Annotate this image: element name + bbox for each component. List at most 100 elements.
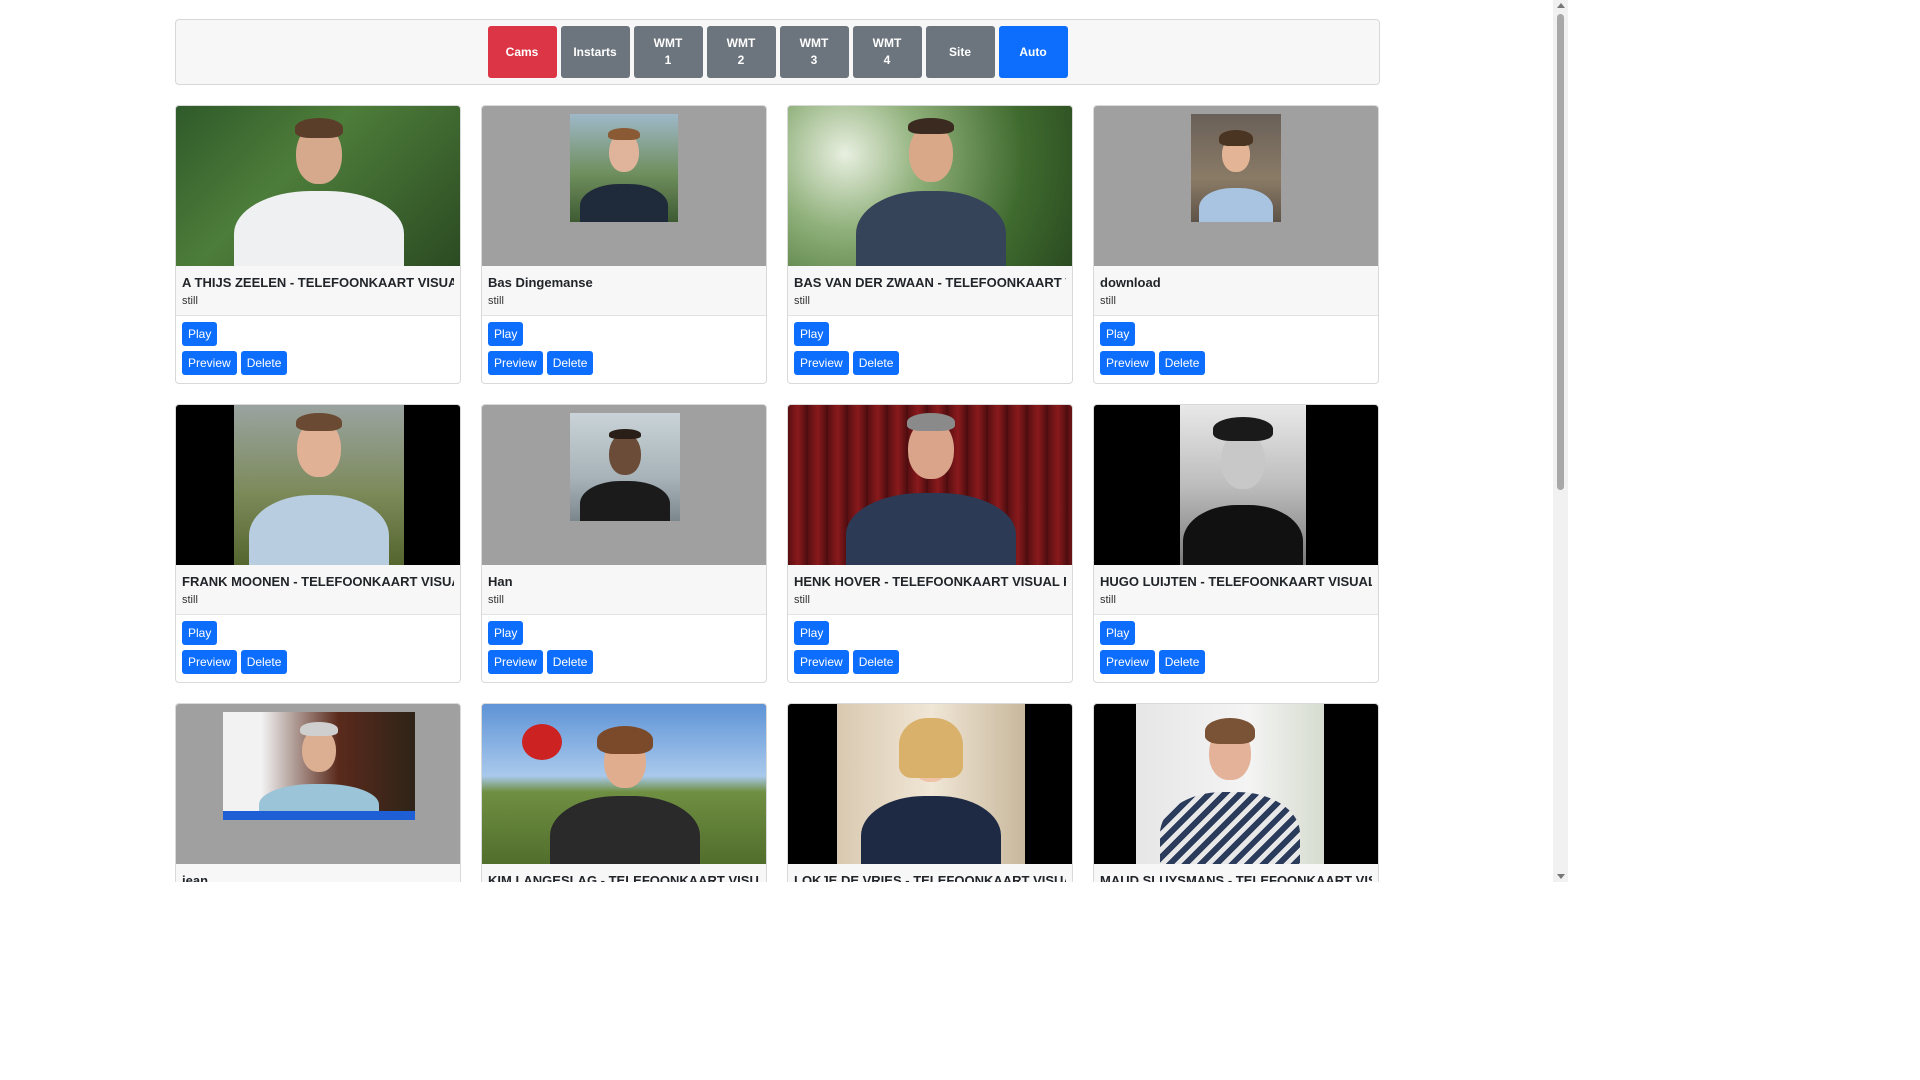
vertical-scrollbar[interactable] — [1553, 0, 1568, 882]
preview-button[interactable]: Preview — [1100, 351, 1155, 375]
media-card: A THIJS ZEELEN - TELEFOONKAART VISUAL R … — [175, 105, 461, 384]
media-thumbnail[interactable] — [176, 106, 460, 266]
auto-button[interactable]: Auto — [998, 26, 1068, 78]
preview-button[interactable]: Preview — [488, 650, 543, 674]
delete-button[interactable]: Delete — [546, 650, 594, 674]
media-card: HENK HOVER - TELEFOONKAART VISUAL RAD st… — [787, 404, 1073, 683]
media-thumbnail[interactable] — [482, 405, 766, 565]
source-toolbar: Cams Instarts WMT 1 WMT 2 WMT 3 WMT 4 Si… — [175, 19, 1380, 85]
card-type: still — [488, 594, 504, 606]
media-card: Bas Dingemanse still Play Preview Delete — [481, 105, 767, 384]
card-type: still — [794, 295, 810, 307]
delete-button[interactable]: Delete — [1158, 650, 1206, 674]
delete-button[interactable]: Delete — [546, 351, 594, 375]
delete-button[interactable]: Delete — [240, 351, 288, 375]
preview-button[interactable]: Preview — [182, 351, 237, 375]
card-type: still — [182, 295, 198, 307]
person-photo — [176, 106, 460, 266]
media-thumbnail[interactable] — [1094, 106, 1378, 266]
delete-button[interactable]: Delete — [852, 351, 900, 375]
card-title: MAUD SLUYSMANS - TELEFOONKAART VISUA — [1100, 873, 1372, 882]
site-button[interactable]: Site — [925, 26, 995, 78]
camera-icon — [522, 724, 562, 760]
card-info: download still — [1094, 266, 1378, 316]
play-button[interactable]: Play — [488, 621, 524, 645]
card-info: MAUD SLUYSMANS - TELEFOONKAART VISUA sti… — [1094, 864, 1378, 882]
media-thumbnail[interactable] — [176, 704, 460, 864]
person-photo — [234, 405, 404, 565]
lower-third-bar — [223, 811, 415, 820]
media-thumbnail[interactable] — [482, 704, 766, 864]
card-title: Han — [488, 574, 513, 589]
wmt-4-button[interactable]: WMT 4 — [852, 26, 922, 78]
scroll-up-arrow-icon[interactable] — [1557, 3, 1565, 8]
delete-button[interactable]: Delete — [240, 650, 288, 674]
scrollbar-thumb[interactable] — [1557, 14, 1564, 490]
card-info: KIM LANGESLAG - TELEFOONKAART VISUAL sti… — [482, 864, 766, 882]
media-card: KIM LANGESLAG - TELEFOONKAART VISUAL sti… — [481, 703, 767, 882]
media-card: HUGO LUIJTEN - TELEFOONKAART VISUAL RA s… — [1093, 404, 1379, 683]
play-button[interactable]: Play — [794, 621, 830, 645]
card-title: LOKJE DE VRIES - TELEFOONKAART VISUAL R — [794, 873, 1066, 882]
person-photo — [1136, 704, 1324, 864]
play-button[interactable]: Play — [1100, 621, 1136, 645]
card-type: still — [182, 594, 198, 606]
person-photo — [570, 114, 678, 222]
preview-button[interactable]: Preview — [1100, 650, 1155, 674]
card-type: still — [488, 295, 504, 307]
card-info: LOKJE DE VRIES - TELEFOONKAART VISUAL R … — [788, 864, 1072, 882]
card-actions: Play Preview Delete — [788, 615, 1072, 680]
card-actions: Play Preview Delete — [482, 316, 766, 381]
person-photo — [482, 704, 766, 864]
media-thumbnail[interactable] — [788, 405, 1072, 565]
person-photo — [837, 704, 1025, 864]
card-info: A THIJS ZEELEN - TELEFOONKAART VISUAL R … — [176, 266, 460, 316]
media-card: Han still Play Preview Delete — [481, 404, 767, 683]
play-button[interactable]: Play — [182, 322, 218, 346]
media-thumbnail[interactable] — [176, 405, 460, 565]
scroll-down-arrow-icon[interactable] — [1557, 874, 1565, 879]
card-info: BAS VAN DER ZWAAN - TELEFOONKAART VIS st… — [788, 266, 1072, 316]
media-card: BAS VAN DER ZWAAN - TELEFOONKAART VIS st… — [787, 105, 1073, 384]
person-photo — [223, 712, 415, 820]
preview-button[interactable]: Preview — [488, 351, 543, 375]
main-container: Cams Instarts WMT 1 WMT 2 WMT 3 WMT 4 Si… — [175, 19, 1380, 882]
card-actions: Play Preview Delete — [176, 615, 460, 680]
card-info: jean still — [176, 864, 460, 882]
media-card: MAUD SLUYSMANS - TELEFOONKAART VISUA sti… — [1093, 703, 1379, 882]
delete-button[interactable]: Delete — [1158, 351, 1206, 375]
preview-button[interactable]: Preview — [794, 351, 849, 375]
play-button[interactable]: Play — [1100, 322, 1136, 346]
preview-button[interactable]: Preview — [182, 650, 237, 674]
card-actions: Play Preview Delete — [176, 316, 460, 381]
play-button[interactable]: Play — [488, 322, 524, 346]
instarts-button[interactable]: Instarts — [560, 26, 630, 78]
media-thumbnail[interactable] — [1094, 704, 1378, 864]
card-type: still — [1100, 295, 1116, 307]
media-card: LOKJE DE VRIES - TELEFOONKAART VISUAL R … — [787, 703, 1073, 882]
page: Cams Instarts WMT 1 WMT 2 WMT 3 WMT 4 Si… — [0, 0, 1568, 882]
media-thumbnail[interactable] — [788, 704, 1072, 864]
wmt-2-button[interactable]: WMT 2 — [706, 26, 776, 78]
person-photo — [788, 106, 1072, 266]
media-thumbnail[interactable] — [482, 106, 766, 266]
media-thumbnail[interactable] — [788, 106, 1072, 266]
wmt-1-button[interactable]: WMT 1 — [633, 26, 703, 78]
play-button[interactable]: Play — [182, 621, 218, 645]
card-title: BAS VAN DER ZWAAN - TELEFOONKAART VIS — [794, 275, 1066, 290]
card-title: KIM LANGESLAG - TELEFOONKAART VISUAL — [488, 873, 760, 882]
wmt-3-button[interactable]: WMT 3 — [779, 26, 849, 78]
cams-button[interactable]: Cams — [487, 26, 557, 78]
card-info: Han still — [482, 565, 766, 615]
media-grid: A THIJS ZEELEN - TELEFOONKAART VISUAL R … — [175, 105, 1380, 882]
card-actions: Play Preview Delete — [1094, 316, 1378, 381]
card-title: jean — [182, 873, 209, 882]
preview-button[interactable]: Preview — [794, 650, 849, 674]
delete-button[interactable]: Delete — [852, 650, 900, 674]
media-thumbnail[interactable] — [1094, 405, 1378, 565]
person-photo — [1180, 405, 1306, 565]
play-button[interactable]: Play — [794, 322, 830, 346]
card-title: Bas Dingemanse — [488, 275, 593, 290]
card-actions: Play Preview Delete — [788, 316, 1072, 381]
media-card: jean still Play Preview Delete — [175, 703, 461, 882]
